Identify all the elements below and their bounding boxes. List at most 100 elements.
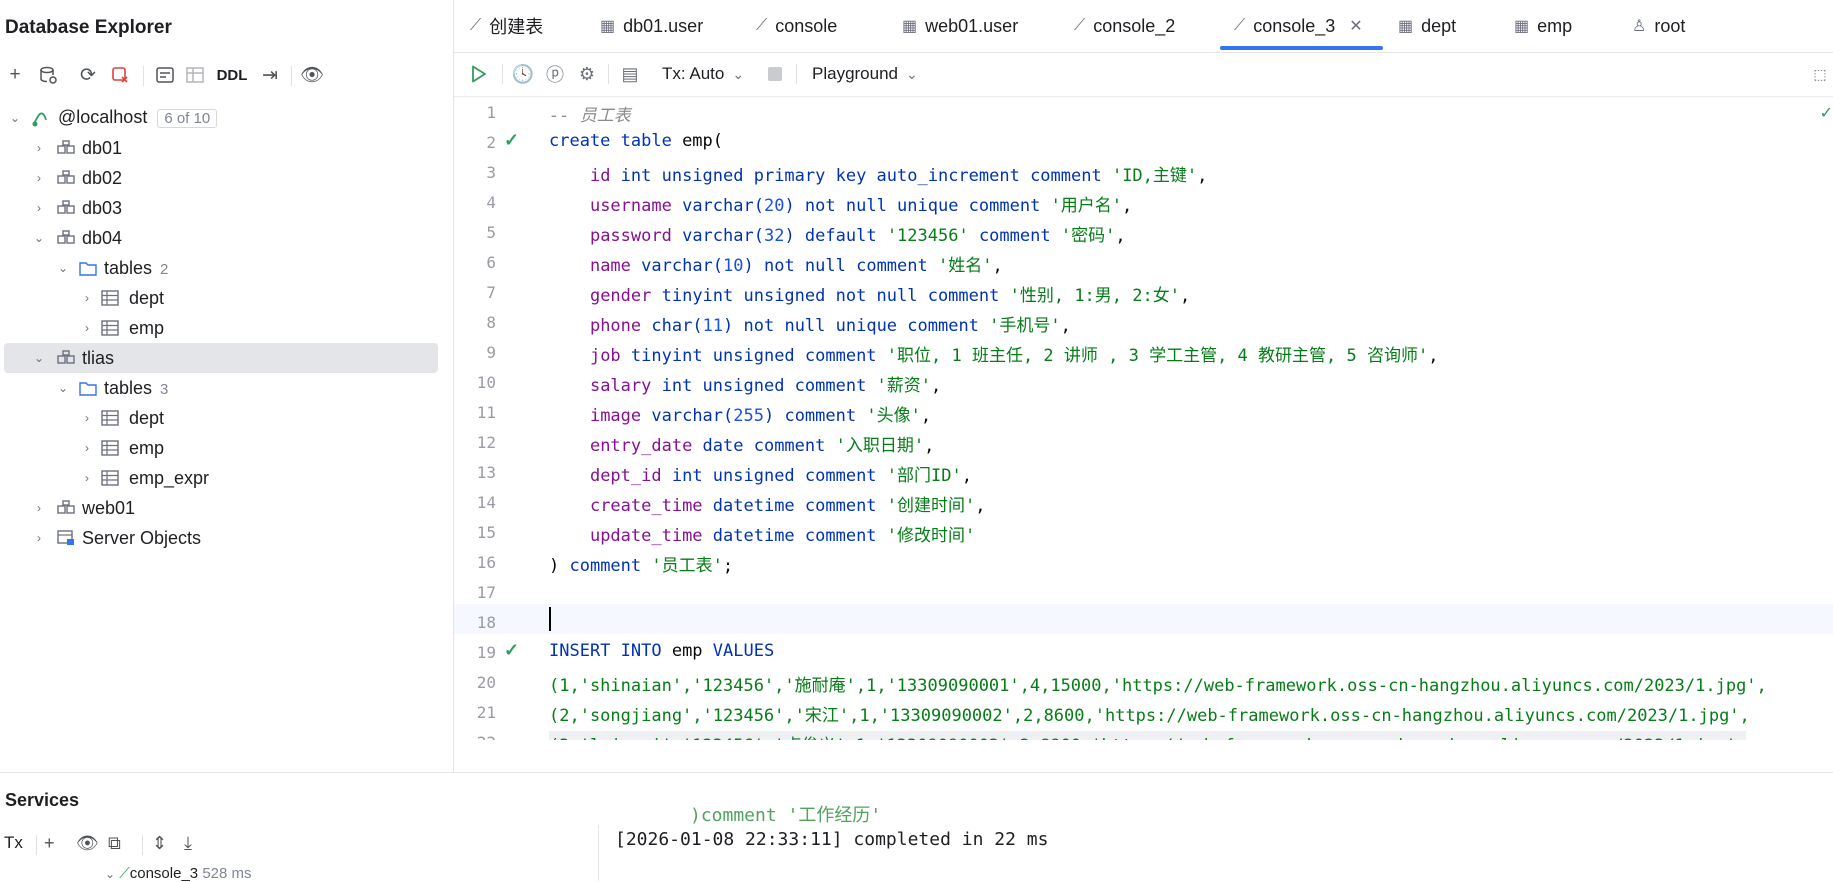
tab-console-3[interactable]: ⟋ console_3 ✕ bbox=[1220, 0, 1383, 52]
code-keyword: VALUES bbox=[712, 641, 775, 661]
tab-console-2[interactable]: ⟋ console_2 bbox=[1074, 0, 1175, 52]
sql-editor[interactable]: ✓ 1 2 3 4 5 6 7 8 9 10 11 12 13 14 15 16… bbox=[454, 97, 1833, 740]
view-options-icon[interactable]: 👁 bbox=[297, 58, 327, 92]
tree-node-tlias[interactable]: ⌄ tlias bbox=[4, 343, 438, 373]
tab-emp[interactable]: ▦ emp bbox=[1514, 0, 1572, 52]
chevron-right-icon[interactable]: › bbox=[80, 411, 94, 425]
playground-dropdown[interactable]: Playground ⌄ bbox=[812, 58, 918, 90]
tree-node-localhost[interactable]: ⌄ @localhost 6 of 10 bbox=[4, 103, 438, 133]
tab-console[interactable]: ⟋ console bbox=[756, 0, 837, 52]
tree-node-db04-tables[interactable]: ⌄ tables 2 bbox=[4, 253, 438, 283]
tab-root[interactable]: ♙ root bbox=[1632, 0, 1685, 52]
settings-icon[interactable]: ⚙ bbox=[574, 58, 600, 90]
add-icon[interactable]: + bbox=[44, 833, 55, 854]
chevron-down-icon[interactable]: ⌄ bbox=[56, 261, 70, 275]
tab-dept[interactable]: ▦ dept bbox=[1398, 0, 1456, 52]
chevron-right-icon[interactable]: › bbox=[32, 141, 46, 155]
services-output[interactable]: )comment '工作经历' [2026-01-08 22:33:11] co… bbox=[600, 805, 1833, 881]
tree-node-db01[interactable]: › db01 bbox=[4, 133, 438, 163]
output-partial-line: )comment '工作经历' bbox=[690, 805, 882, 826]
chevron-right-icon[interactable]: › bbox=[80, 441, 94, 455]
tree-node-tlias-tables[interactable]: ⌄ tables 3 bbox=[4, 373, 438, 403]
console-icon: ⟋ bbox=[470, 17, 482, 34]
chevron-down-icon: ⌄ bbox=[732, 65, 745, 82]
code-keyword: ) default bbox=[784, 226, 887, 246]
expand-icon[interactable]: ⬚ bbox=[1810, 58, 1830, 90]
code-number: 11 bbox=[702, 316, 724, 336]
console-icon: ⟋ bbox=[1074, 17, 1086, 34]
chevron-down-icon[interactable]: ⌄ bbox=[56, 381, 70, 395]
code-insert-row: (3,'lujunyi','123456','卢俊义',1,'133090900… bbox=[549, 731, 1747, 740]
schema-icon bbox=[56, 198, 76, 218]
tab-label: root bbox=[1654, 15, 1686, 36]
tree-node-db04-emp[interactable]: › emp bbox=[4, 313, 438, 343]
tree-node-db02[interactable]: › db02 bbox=[4, 163, 438, 193]
tree-label: emp bbox=[129, 437, 165, 458]
tree-label: emp bbox=[129, 317, 165, 338]
jump-to-icon[interactable]: ⇥ bbox=[255, 58, 285, 92]
schema-icon bbox=[56, 168, 76, 188]
view-icon[interactable]: 👁 bbox=[76, 833, 99, 854]
pin-icon[interactable]: ⓟ bbox=[542, 58, 568, 90]
history-icon[interactable]: 🕓 bbox=[510, 58, 536, 90]
code-string: '头像' bbox=[866, 406, 921, 426]
refresh-icon[interactable]: ⟳ bbox=[73, 58, 103, 92]
code-keyword: ) comment bbox=[763, 406, 867, 426]
code-column: image bbox=[589, 406, 642, 426]
add-icon[interactable]: + bbox=[0, 58, 30, 92]
chevron-down-icon[interactable]: ⌄ bbox=[32, 231, 46, 245]
tree-node-server-objects[interactable]: › Server Objects bbox=[4, 523, 438, 553]
tree-node-db04-dept[interactable]: › dept bbox=[4, 283, 438, 313]
tx-label: Tx bbox=[4, 833, 23, 852]
console-icon[interactable] bbox=[150, 58, 180, 92]
current-line-highlight bbox=[454, 604, 1833, 634]
chevron-right-icon[interactable]: › bbox=[32, 531, 46, 545]
code-string: '123456' bbox=[886, 226, 969, 246]
tree-node-db04[interactable]: ⌄ db04 bbox=[4, 223, 438, 253]
code-keyword: int unsigned comment bbox=[661, 466, 887, 486]
chevron-right-icon[interactable]: › bbox=[32, 201, 46, 215]
tab-web01-user[interactable]: ▦ web01.user bbox=[902, 0, 1018, 52]
line-number: 18 bbox=[476, 613, 496, 632]
services-tree-item[interactable]: ⌄ ⟋console_3 528 ms bbox=[105, 865, 252, 882]
chevron-right-icon[interactable]: › bbox=[80, 471, 94, 485]
chevron-down-icon[interactable]: ⌄ bbox=[8, 111, 22, 125]
execute-icon[interactable] bbox=[466, 58, 492, 90]
close-icon[interactable]: ✕ bbox=[1349, 16, 1362, 36]
tab-create-table[interactable]: ⟋ 创建表 bbox=[470, 0, 543, 52]
playground-label: Playground bbox=[812, 64, 899, 83]
tab-db01-user[interactable]: ▦ db01.user bbox=[600, 0, 703, 52]
line-number: 16 bbox=[476, 553, 496, 572]
tree-node-tlias-emp[interactable]: › emp bbox=[4, 433, 438, 463]
chevron-right-icon[interactable]: › bbox=[80, 321, 94, 335]
new-tab-icon[interactable]: ⧉ bbox=[108, 833, 121, 854]
tx-mode-dropdown[interactable]: Tx: Auto ⌄ bbox=[662, 58, 744, 90]
line-number: 2 bbox=[486, 133, 496, 152]
expand-all-icon[interactable]: ⇕ bbox=[152, 833, 167, 854]
tree-node-db03[interactable]: › db03 bbox=[4, 193, 438, 223]
tree-node-tlias-emp-expr[interactable]: › emp_expr bbox=[4, 463, 438, 493]
services-tree-area: Tx + 👁 ⧉ ⇕ ⤓ ⌄ ⟋console_3 528 ms bbox=[0, 825, 599, 882]
tree-node-tlias-dept[interactable]: › dept bbox=[4, 403, 438, 433]
line-number: 20 bbox=[476, 673, 496, 692]
services-panel: Services Tx + 👁 ⧉ ⇕ ⤓ ⌄ ⟋console_3 528 m… bbox=[0, 772, 1833, 882]
code-insert-row: (2,'songjiang','123456','宋江',1,'13309090… bbox=[549, 706, 1750, 726]
tree-node-web01[interactable]: › web01 bbox=[4, 493, 438, 523]
results-table-icon[interactable]: ▤ bbox=[616, 58, 644, 90]
ddl-button[interactable]: DDL bbox=[212, 58, 252, 92]
table-view-icon[interactable] bbox=[180, 58, 210, 92]
chevron-right-icon[interactable]: › bbox=[32, 501, 46, 515]
data-source-properties-icon[interactable] bbox=[33, 58, 63, 92]
statement-ok-check-icon[interactable]: ✓ bbox=[504, 640, 526, 661]
collapse-all-icon[interactable]: ⤓ bbox=[184, 833, 192, 854]
chevron-right-icon[interactable]: › bbox=[80, 291, 94, 305]
chevron-right-icon[interactable]: › bbox=[32, 171, 46, 185]
chevron-down-icon[interactable]: ⌄ bbox=[32, 351, 46, 365]
folder-icon bbox=[78, 258, 98, 278]
tree-label: @localhost bbox=[58, 106, 148, 127]
stop-icon[interactable] bbox=[764, 58, 786, 90]
tab-label: console_2 bbox=[1093, 15, 1176, 36]
statement-ok-check-icon[interactable]: ✓ bbox=[504, 130, 526, 151]
disconnect-icon[interactable] bbox=[105, 58, 135, 92]
code-string: '手机号' bbox=[989, 316, 1061, 336]
